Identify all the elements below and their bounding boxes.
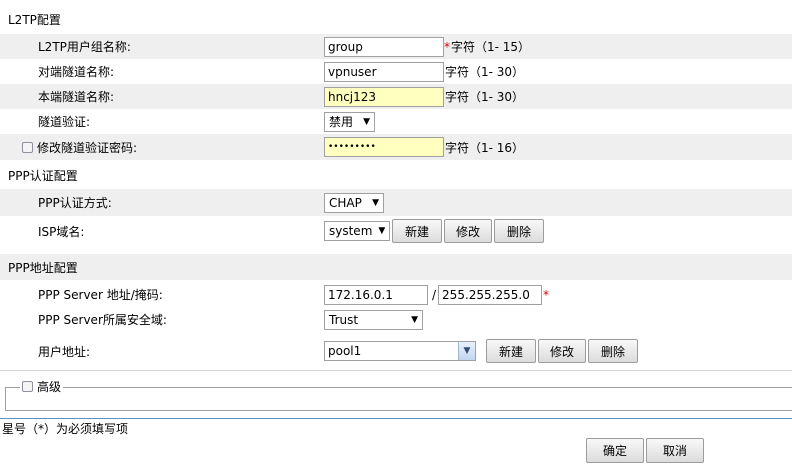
tunnel-password-input[interactable]: •••••••••	[324, 137, 444, 157]
row-tunnel-password: 修改隧道验证密码: ••••••••• 字符（1- 16）	[0, 134, 792, 160]
chevron-down-icon: ▼	[411, 314, 418, 325]
required-mark: *	[543, 287, 550, 302]
isp-delete-button[interactable]: 删除	[494, 219, 544, 243]
mask-separator: /	[432, 287, 437, 302]
isp-new-button[interactable]: 新建	[392, 219, 442, 243]
row-ppp-auth-method: PPP认证方式: CHAP ▼	[0, 189, 792, 216]
isp-domain-select[interactable]: system ▼	[324, 221, 390, 241]
isp-domain-label: ISP域名:	[38, 224, 85, 239]
row-tunnel-auth: 隧道验证: 禁用 ▼	[0, 109, 792, 134]
l2tp-title: L2TP配置	[8, 12, 61, 27]
peer-tunnel-input[interactable]: vpnuser	[324, 61, 444, 82]
local-tunnel-input[interactable]: hncj123	[324, 86, 444, 107]
tunnel-password-hint: 字符（1- 16）	[445, 140, 525, 155]
security-zone-select[interactable]: Trust ▼	[324, 309, 423, 330]
isp-edit-button[interactable]: 修改	[444, 219, 492, 243]
row-local-tunnel: 本端隧道名称: hncj123 字符（1- 30）	[0, 84, 792, 109]
local-tunnel-hint: 字符（1- 30）	[445, 90, 525, 104]
row-security-zone: PPP Server所属安全域: Trust ▼	[0, 307, 792, 332]
advanced-label: 高级	[37, 380, 62, 394]
ppp-server-label: PPP Server 地址/掩码:	[38, 288, 163, 302]
required-mark: *	[444, 39, 450, 54]
peer-tunnel-hint: 字符（1- 30）	[445, 65, 525, 79]
security-zone-label: PPP Server所属安全域:	[38, 313, 167, 327]
section-divider	[0, 370, 792, 371]
user-address-label: 用户地址:	[38, 344, 91, 359]
required-note: 星号（*）为必须填写项	[2, 422, 129, 436]
modify-password-checkbox[interactable]	[22, 141, 33, 153]
cancel-button[interactable]: 取消	[646, 438, 704, 463]
row-l2tp-group: L2TP用户组名称: group * 字符（1- 15）	[0, 34, 792, 59]
row-user-address: 用户地址: pool1 ▼ 新建 修改 删除	[0, 337, 792, 365]
user-address-select[interactable]: pool1 ▼	[324, 341, 476, 361]
ppp-auth-method-select[interactable]: CHAP ▼	[324, 192, 384, 213]
ppp-auth-title: PPP认证配置	[8, 168, 78, 183]
ppp-server-ip-input[interactable]: 172.16.0.1	[324, 284, 428, 305]
advanced-legend: 高级	[20, 378, 64, 395]
pool-delete-button[interactable]: 删除	[588, 339, 638, 363]
row-isp-domain: ISP域名: system ▼ 新建 修改 删除	[0, 216, 792, 246]
section-title-ppp-addr: PPP地址配置	[0, 254, 792, 280]
pool-edit-button[interactable]: 修改	[538, 339, 586, 363]
tunnel-auth-label: 隧道验证:	[38, 115, 91, 129]
l2tp-group-hint: 字符（1- 15）	[451, 40, 531, 54]
l2tp-group-label: L2TP用户组名称:	[38, 40, 131, 54]
section-title-ppp-auth: PPP认证配置	[0, 162, 792, 188]
l2tp-group-input[interactable]: group	[324, 36, 444, 57]
chevron-down-icon: ▼	[378, 226, 386, 236]
chevron-down-icon: ▼	[372, 197, 379, 208]
advanced-checkbox[interactable]	[22, 381, 33, 392]
local-tunnel-label: 本端隧道名称:	[38, 90, 115, 104]
ppp-server-mask-input[interactable]: 255.255.255.0	[438, 284, 543, 305]
peer-tunnel-label: 对端隧道名称:	[38, 65, 115, 79]
ppp-auth-method-label: PPP认证方式:	[38, 196, 112, 210]
advanced-fieldset	[5, 387, 792, 411]
row-ppp-server: PPP Server 地址/掩码: 172.16.0.1 / 255.255.2…	[0, 282, 792, 307]
ppp-addr-title: PPP地址配置	[8, 260, 78, 275]
row-peer-tunnel: 对端隧道名称: vpnuser 字符（1- 30）	[0, 59, 792, 84]
tunnel-password-label: 修改隧道验证密码:	[37, 140, 138, 155]
section-title-l2tp: L2TP配置	[0, 6, 792, 32]
footer-divider	[0, 418, 792, 419]
pool-new-button[interactable]: 新建	[486, 339, 536, 363]
chevron-down-icon: ▼	[363, 116, 370, 127]
ok-button[interactable]: 确定	[586, 438, 644, 463]
tunnel-auth-select[interactable]: 禁用 ▼	[324, 111, 375, 132]
chevron-down-icon[interactable]: ▼	[458, 342, 475, 360]
